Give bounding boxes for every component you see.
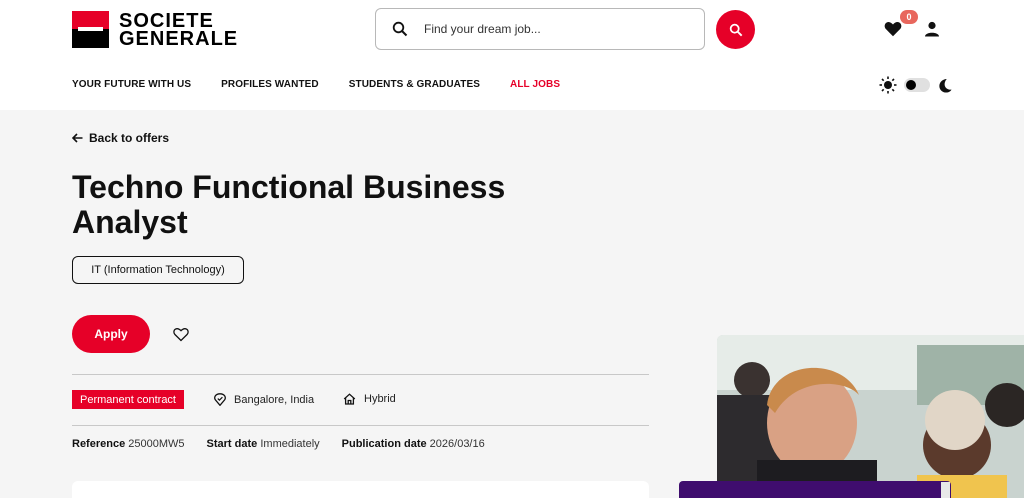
nav-item-profiles-wanted[interactable]: PROFILES WANTED — [221, 79, 319, 90]
job-location: Bangalore, India — [214, 393, 314, 406]
moon-icon — [939, 78, 952, 93]
job-category-tag[interactable]: IT (Information Technology) — [72, 256, 244, 284]
job-title: Techno Functional Business Analyst — [72, 169, 506, 240]
user-icon[interactable] — [924, 21, 940, 37]
promo-panel — [679, 481, 951, 498]
search-input[interactable] — [424, 22, 684, 36]
job-references: Reference 25000MW5 Start date Immediatel… — [72, 438, 507, 450]
theme-toggle[interactable] — [904, 78, 930, 92]
brand-logo[interactable]: SOCIETE GENERALE — [72, 9, 239, 50]
work-mode-text: Hybrid — [364, 393, 396, 405]
publication-date: Publication date 2026/03/16 — [341, 438, 485, 450]
contract-badge: Permanent contract — [72, 390, 184, 409]
job-description-card — [72, 481, 649, 498]
location-text: Bangalore, India — [234, 393, 315, 406]
job-work-mode: Hybrid — [343, 393, 396, 405]
apply-button[interactable]: Apply — [72, 315, 150, 353]
logo-mark — [72, 11, 109, 48]
arrow-left-icon — [72, 133, 83, 143]
heart-outline-icon[interactable] — [173, 327, 189, 342]
search-button[interactable] — [716, 10, 755, 49]
home-icon — [343, 393, 356, 405]
divider — [72, 425, 649, 426]
back-to-offers-link[interactable]: Back to offers — [72, 131, 169, 145]
divider — [72, 374, 649, 375]
search-icon — [729, 23, 742, 36]
nav-item-all-jobs[interactable]: ALL JOBS — [510, 79, 560, 90]
team-photo — [717, 335, 1024, 498]
nav-item-students-graduates[interactable]: STUDENTS & GRADUATES — [349, 79, 480, 90]
heart-icon[interactable] — [884, 20, 902, 38]
search-icon — [392, 21, 408, 37]
search-box — [375, 8, 705, 50]
theme-switch — [879, 76, 952, 94]
start-date: Start date Immediately — [206, 438, 320, 450]
site-header: SOCIETE GENERALE 0 YOUR FUTURE WITH US P… — [0, 0, 1024, 110]
favorites-count-badge: 0 — [900, 10, 918, 24]
photo-image — [717, 335, 1024, 498]
scrollbar[interactable] — [941, 482, 950, 498]
logo-text: SOCIETE GENERALE — [119, 9, 239, 50]
sun-icon — [879, 76, 897, 94]
back-label: Back to offers — [89, 131, 170, 145]
location-pin-icon — [214, 393, 226, 406]
nav-item-your-future[interactable]: YOUR FUTURE WITH US — [72, 79, 191, 90]
main-nav: YOUR FUTURE WITH US PROFILES WANTED STUD… — [72, 79, 590, 90]
reference: Reference 25000MW5 — [72, 438, 185, 450]
